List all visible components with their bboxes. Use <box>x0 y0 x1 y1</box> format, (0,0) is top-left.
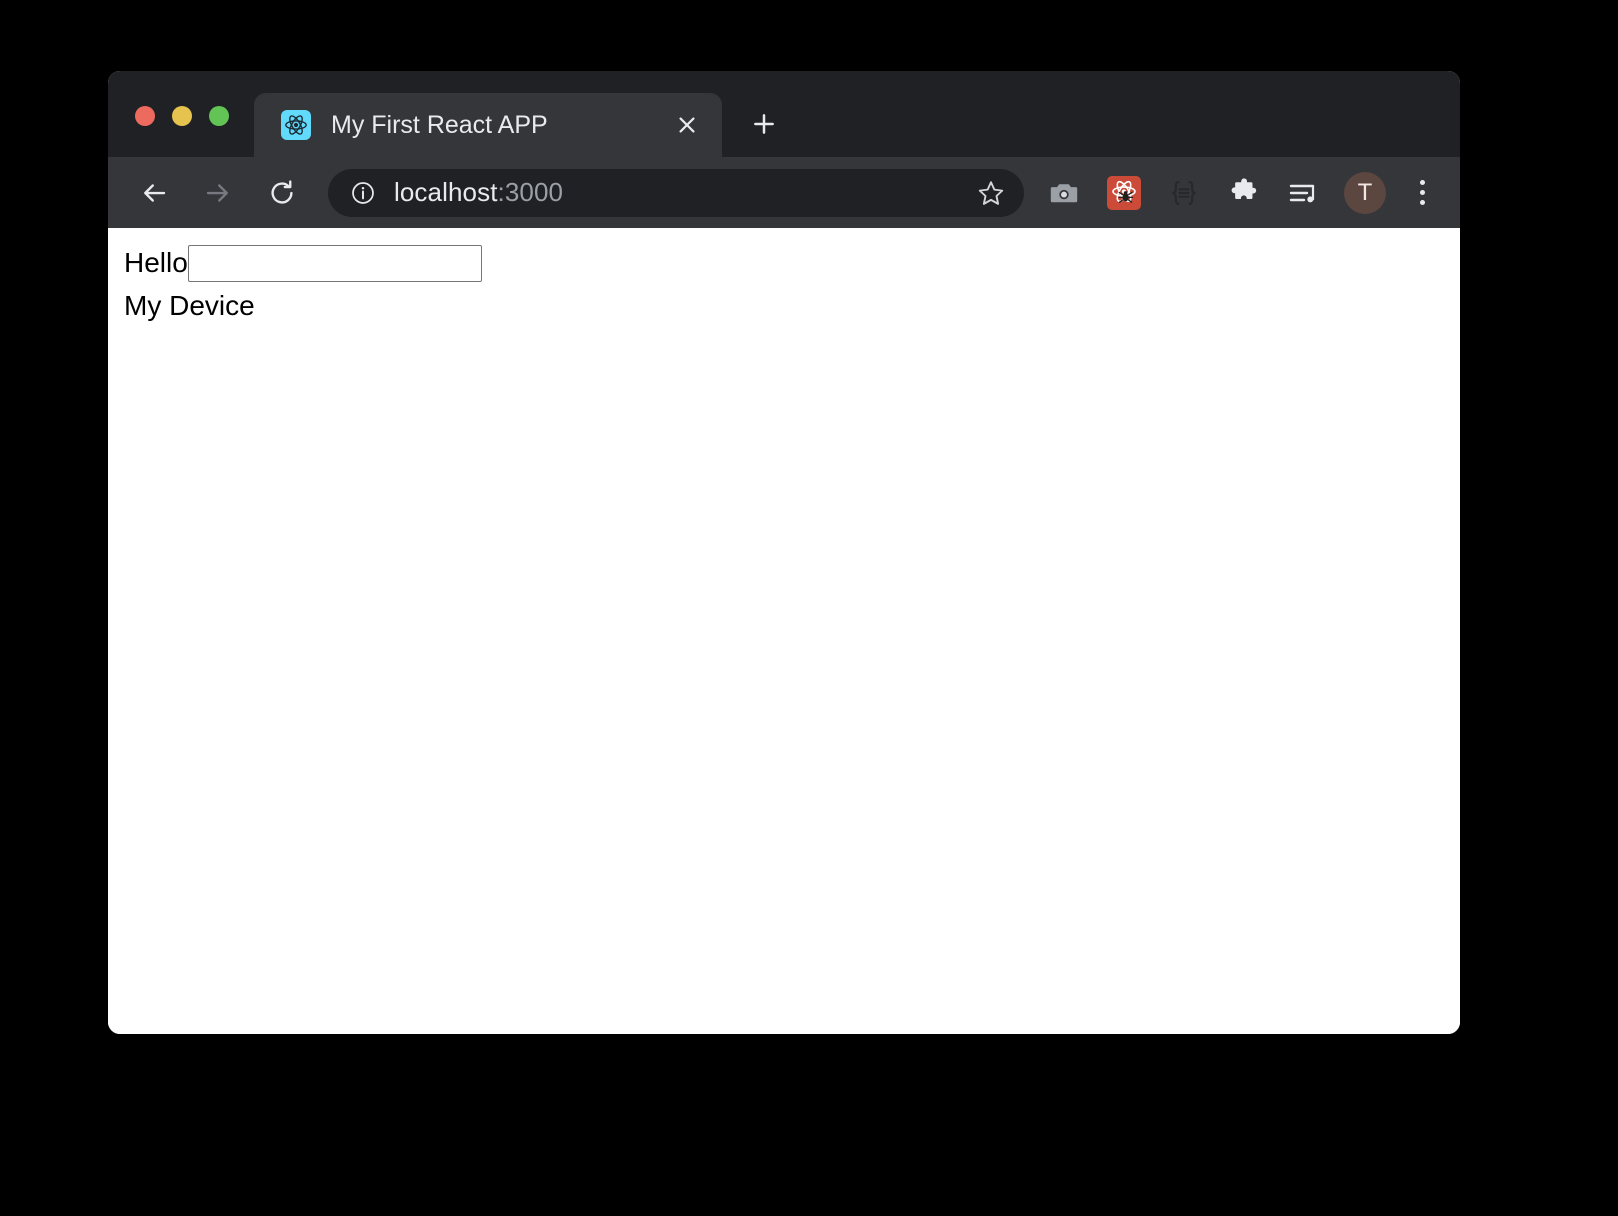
url-host: localhost <box>394 177 498 207</box>
reload-icon[interactable] <box>258 169 306 217</box>
menu-dot <box>1419 180 1425 185</box>
json-formatter-icon[interactable] <box>1162 171 1206 215</box>
star-icon[interactable] <box>968 170 1014 216</box>
address-bar[interactable]: localhost:3000 <box>328 168 1024 217</box>
browser-window: My First React APP localhost:3000 T Hell… <box>108 71 1460 1034</box>
arrow-right-icon <box>194 169 242 217</box>
three-dot-menu[interactable] <box>1402 171 1442 215</box>
new-tab-button[interactable] <box>740 100 788 148</box>
menu-dot <box>1419 200 1425 205</box>
greeting-row: Hello <box>124 244 1460 282</box>
window-maximize-button[interactable] <box>209 106 229 126</box>
address-bar-text: localhost:3000 <box>394 177 968 208</box>
tab-close-button[interactable] <box>668 106 706 144</box>
react-logo-icon <box>281 110 311 140</box>
page-viewport: Hello My Device <box>108 228 1460 1034</box>
arrow-left-icon[interactable] <box>130 169 178 217</box>
tab-strip: My First React APP <box>108 71 1460 157</box>
tab-row: My First React APP <box>254 71 788 157</box>
puzzle-extensions-icon[interactable] <box>1222 171 1266 215</box>
screenshot-camera-icon[interactable] <box>1042 171 1086 215</box>
menu-dot <box>1419 190 1425 195</box>
react-app-root: Hello My Device <box>108 228 1460 322</box>
device-label: My Device <box>124 290 255 321</box>
window-traffic-lights <box>135 106 229 126</box>
window-minimize-button[interactable] <box>172 106 192 126</box>
screen: My First React APP localhost:3000 T Hell… <box>0 0 1618 1216</box>
react-devtools-icon[interactable] <box>1102 171 1146 215</box>
info-circle-icon[interactable] <box>350 180 376 206</box>
window-close-button[interactable] <box>135 106 155 126</box>
greeting-label: Hello <box>124 247 188 278</box>
name-input[interactable] <box>187 244 482 282</box>
browser-toolbar: localhost:3000 T <box>108 157 1460 228</box>
profile-avatar[interactable]: T <box>1344 171 1386 214</box>
url-port: :3000 <box>497 177 564 207</box>
tab-title: My First React APP <box>331 110 548 139</box>
media-playlist-icon[interactable] <box>1282 171 1326 215</box>
browser-tab-active[interactable]: My First React APP <box>254 93 722 157</box>
